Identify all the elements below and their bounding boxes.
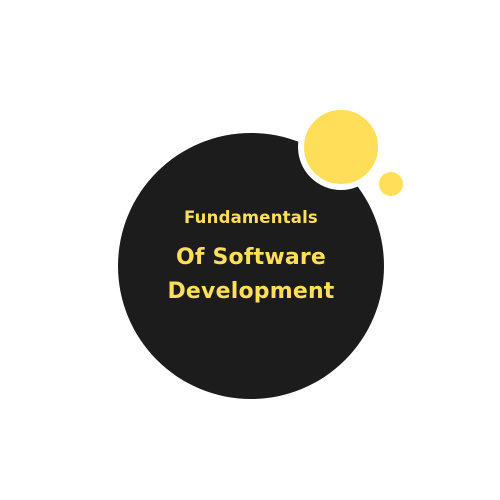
- large-yellow-dot: [298, 104, 384, 190]
- small-yellow-dot: [376, 169, 406, 199]
- title-line-of-software: Of Software: [175, 245, 327, 270]
- title-line-development: Development: [167, 279, 335, 304]
- logo-title: Fundamentals Of Software Development: [118, 208, 384, 309]
- logo-canvas: Fundamentals Of Software Development: [0, 0, 500, 500]
- title-line-fundamentals: Fundamentals: [184, 208, 318, 227]
